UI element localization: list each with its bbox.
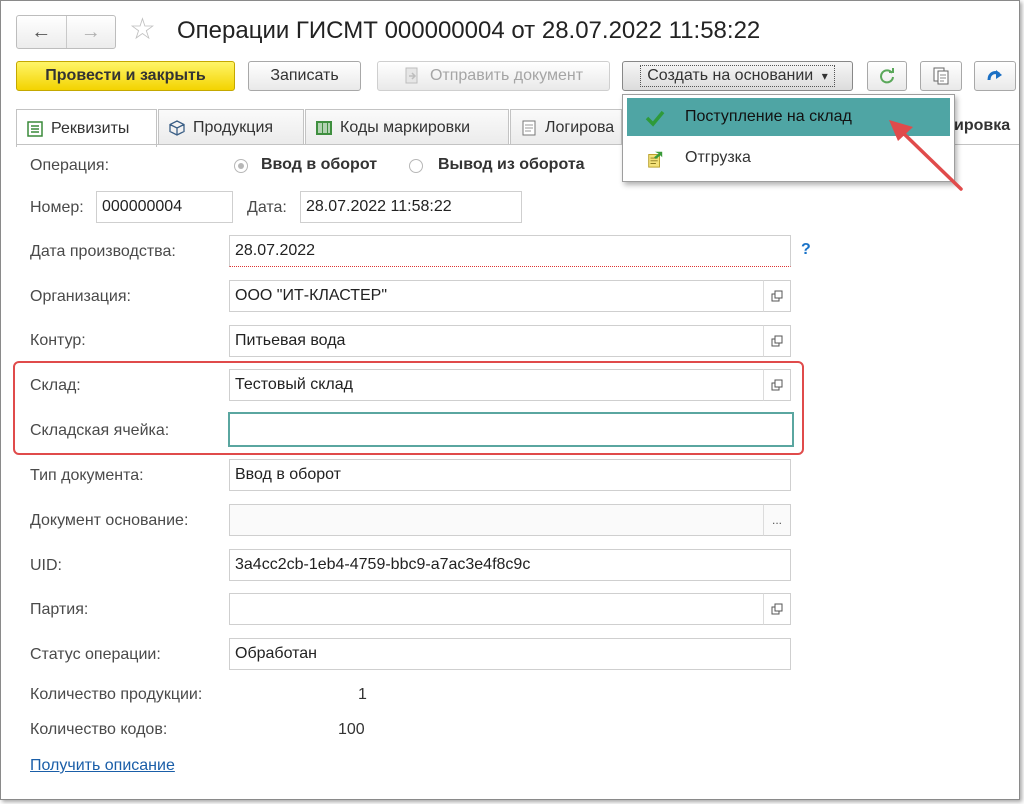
product-quantity-value: 1 <box>358 686 367 703</box>
cube-icon <box>169 119 185 136</box>
number-field[interactable]: 000000004 <box>96 191 233 223</box>
send-document-icon <box>405 67 418 84</box>
checkmark-icon <box>645 110 665 127</box>
document-type-field[interactable]: Ввод в оборот <box>229 459 791 491</box>
radio-label-operation-in: Ввод в оборот <box>261 156 378 173</box>
production-date-label: Дата производства: <box>30 243 176 260</box>
date-field[interactable]: 28.07.2022 11:58:22 <box>300 191 522 223</box>
document-type-label: Тип документа: <box>30 467 144 484</box>
tab-label: Продукция <box>193 118 274 136</box>
number-label: Номер: <box>30 199 84 216</box>
tab-marking-codes[interactable]: Коды маркировки <box>305 109 509 145</box>
form-icon <box>27 120 43 137</box>
product-quantity-label: Количество продукции: <box>30 686 203 703</box>
help-question-icon[interactable]: ? <box>801 241 811 259</box>
open-form-icon <box>771 603 783 615</box>
refresh-button[interactable] <box>867 61 907 91</box>
post-and-close-label: Провести и закрыть <box>45 67 206 84</box>
open-batch-button[interactable] <box>763 593 791 625</box>
send-document-label: Отправить документ <box>429 67 584 84</box>
organization-label: Организация: <box>30 288 131 305</box>
date-label: Дата: <box>247 199 287 216</box>
log-icon <box>522 120 536 135</box>
open-contour-button[interactable] <box>763 325 791 357</box>
nav-button-group: ← → <box>16 15 116 49</box>
select-base-document-button[interactable]: ... <box>763 504 791 536</box>
codes-quantity-label: Количество кодов: <box>30 721 168 738</box>
radio-input-operation-out[interactable] <box>409 159 423 173</box>
get-description-link[interactable]: Получить описание <box>30 757 175 775</box>
open-organization-button[interactable] <box>763 280 791 312</box>
base-document-field[interactable] <box>229 504 764 536</box>
document-window: ← → ☆ Операции ГИСМТ 000000004 от 28.07.… <box>0 0 1020 800</box>
create-based-on-wrapper: Создать на основании ▾ <box>640 65 835 87</box>
tab-label: Логирова <box>545 118 615 136</box>
open-form-icon <box>771 335 783 347</box>
radio-input-operation-in[interactable] <box>234 159 248 173</box>
annotation-highlight-box <box>13 361 804 455</box>
organization-field[interactable]: ООО "ИТ-КЛАСТЕР" <box>229 280 764 312</box>
production-date-field[interactable]: 28.07.2022 <box>229 235 791 267</box>
window-title: Операции ГИСМТ 000000004 от 28.07.2022 1… <box>177 17 761 44</box>
chevron-down-icon: ▾ <box>821 69 828 83</box>
barcode-icon <box>316 120 332 135</box>
tab-label: Реквизиты <box>51 119 130 137</box>
tab-products[interactable]: Продукция <box>158 109 304 145</box>
contour-field[interactable]: Питьевая вода <box>229 325 764 357</box>
favorite-star-icon[interactable]: ☆ <box>129 14 156 46</box>
post-and-close-button[interactable]: Провести и закрыть <box>16 61 235 91</box>
annotation-arrow-icon <box>889 120 963 191</box>
open-form-icon <box>771 290 783 302</box>
tab-label: Коды маркировки <box>340 118 471 136</box>
send-document-button[interactable]: Отправить документ <box>377 61 610 91</box>
next-action-button[interactable] <box>974 61 1016 91</box>
contour-label: Контур: <box>30 332 86 349</box>
status-field[interactable]: Обработан <box>229 638 791 670</box>
arrow-right-icon: → <box>80 20 101 43</box>
save-label: Записать <box>270 67 339 84</box>
operation-label: Операция: <box>30 157 110 174</box>
menu-item-label: Поступление на склад <box>685 108 852 125</box>
back-button[interactable]: ← <box>17 16 66 48</box>
refresh-icon <box>880 68 894 84</box>
documents-icon <box>933 67 949 85</box>
redo-arrow-icon <box>987 70 1002 81</box>
status-label: Статус операции: <box>30 646 161 663</box>
batch-label: Партия: <box>30 601 89 618</box>
create-based-on-label: Создать на основании <box>647 67 814 84</box>
create-based-on-button[interactable]: Создать на основании ▾ <box>622 61 853 91</box>
codes-quantity-value: 100 <box>338 721 365 738</box>
copy-document-button[interactable] <box>920 61 962 91</box>
uid-label: UID: <box>30 557 62 574</box>
tab-requisites[interactable]: Реквизиты <box>16 109 157 147</box>
forward-button[interactable]: → <box>65 16 116 48</box>
base-document-label: Документ основание: <box>30 512 189 529</box>
tab-logging[interactable]: Логирова <box>510 109 622 145</box>
radio-label-operation-out: Вывод из оборота <box>438 156 585 173</box>
arrow-left-icon: ← <box>31 20 52 43</box>
save-button[interactable]: Записать <box>248 61 361 91</box>
batch-field[interactable] <box>229 593 764 625</box>
menu-item-label: Отгрузка <box>685 149 751 166</box>
shipment-icon <box>648 151 663 168</box>
uid-field[interactable]: 3a4cc2cb-1eb4-4759-bbc9-a7ac3e4f8c9c <box>229 549 791 581</box>
